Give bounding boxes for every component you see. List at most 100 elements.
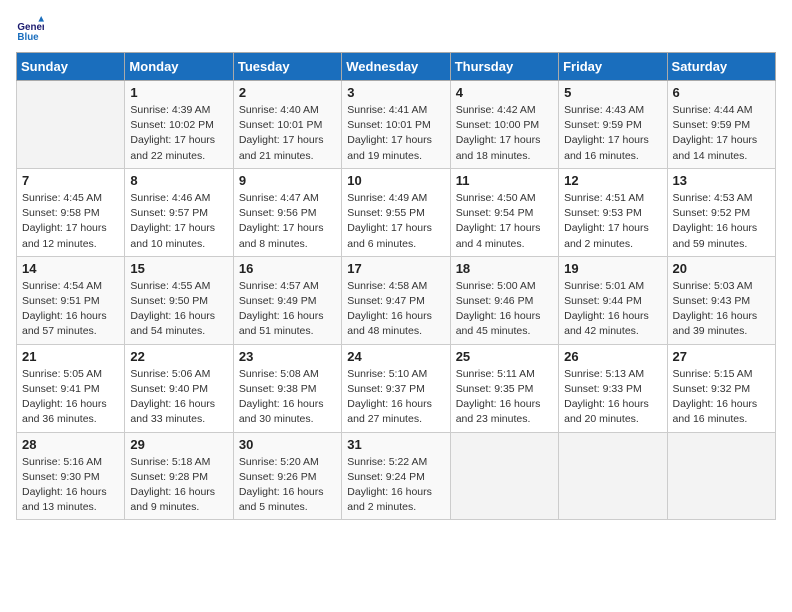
cell-info: Sunrise: 4:43 AM Sunset: 9:59 PM Dayligh… bbox=[564, 103, 661, 164]
cell-info: Sunrise: 4:49 AM Sunset: 9:55 PM Dayligh… bbox=[347, 191, 444, 252]
day-number: 10 bbox=[347, 173, 444, 188]
calendar-cell: 2Sunrise: 4:40 AM Sunset: 10:01 PM Dayli… bbox=[233, 81, 341, 169]
header: General Blue bbox=[16, 16, 776, 44]
day-header-tuesday: Tuesday bbox=[233, 53, 341, 81]
cell-info: Sunrise: 4:46 AM Sunset: 9:57 PM Dayligh… bbox=[130, 191, 227, 252]
calendar-week-row: 21 Sunrise: 5:05 AM Sunset: 9:41 PM Dayli… bbox=[17, 344, 776, 432]
calendar-cell: 27 Sunrise: 5:15 AM Sunset: 9:32 PM Dayli… bbox=[667, 344, 775, 432]
calendar-cell bbox=[559, 432, 667, 520]
cell-info: Sunrise: 5:00 AM Sunset: 9:46 PM Dayligh… bbox=[456, 279, 553, 340]
day-number: 3 bbox=[347, 85, 444, 100]
day-header-sunday: Sunday bbox=[17, 53, 125, 81]
cell-info: Sunrise: 4:53 AM Sunset: 9:52 PM Dayligh… bbox=[673, 191, 770, 252]
day-number: 2 bbox=[239, 85, 336, 100]
calendar-cell: 13 Sunrise: 4:53 AM Sunset: 9:52 PM Dayli… bbox=[667, 168, 775, 256]
day-number: 5 bbox=[564, 85, 661, 100]
day-number: 13 bbox=[673, 173, 770, 188]
svg-text:Blue: Blue bbox=[17, 32, 39, 43]
calendar-cell: 30 Sunrise: 5:20 AM Sunset: 9:26 PM Dayli… bbox=[233, 432, 341, 520]
day-number: 14 bbox=[22, 261, 119, 276]
calendar-cell: 23 Sunrise: 5:08 AM Sunset: 9:38 PM Dayli… bbox=[233, 344, 341, 432]
calendar-cell: 6 Sunrise: 4:44 AM Sunset: 9:59 PM Daylig… bbox=[667, 81, 775, 169]
day-number: 9 bbox=[239, 173, 336, 188]
day-number: 6 bbox=[673, 85, 770, 100]
day-number: 12 bbox=[564, 173, 661, 188]
cell-info: Sunrise: 5:08 AM Sunset: 9:38 PM Dayligh… bbox=[239, 367, 336, 428]
calendar-cell: 12 Sunrise: 4:51 AM Sunset: 9:53 PM Dayli… bbox=[559, 168, 667, 256]
day-number: 25 bbox=[456, 349, 553, 364]
logo: General Blue bbox=[16, 16, 48, 44]
calendar-cell: 16 Sunrise: 4:57 AM Sunset: 9:49 PM Dayli… bbox=[233, 256, 341, 344]
day-header-saturday: Saturday bbox=[667, 53, 775, 81]
day-number: 21 bbox=[22, 349, 119, 364]
calendar-week-row: 14 Sunrise: 4:54 AM Sunset: 9:51 PM Dayli… bbox=[17, 256, 776, 344]
cell-info: Sunrise: 4:47 AM Sunset: 9:56 PM Dayligh… bbox=[239, 191, 336, 252]
day-number: 16 bbox=[239, 261, 336, 276]
cell-info: Sunrise: 5:20 AM Sunset: 9:26 PM Dayligh… bbox=[239, 455, 336, 516]
calendar-table: SundayMondayTuesdayWednesdayThursdayFrid… bbox=[16, 52, 776, 520]
logo-icon: General Blue bbox=[16, 16, 44, 44]
calendar-cell: 22 Sunrise: 5:06 AM Sunset: 9:40 PM Dayli… bbox=[125, 344, 233, 432]
calendar-cell: 24 Sunrise: 5:10 AM Sunset: 9:37 PM Dayli… bbox=[342, 344, 450, 432]
calendar-cell: 10 Sunrise: 4:49 AM Sunset: 9:55 PM Dayli… bbox=[342, 168, 450, 256]
calendar-cell: 29Sunrise: 5:18 AM Sunset: 9:28 PM Dayli… bbox=[125, 432, 233, 520]
cell-info: Sunrise: 5:03 AM Sunset: 9:43 PM Dayligh… bbox=[673, 279, 770, 340]
day-number: 23 bbox=[239, 349, 336, 364]
day-number: 18 bbox=[456, 261, 553, 276]
day-number: 11 bbox=[456, 173, 553, 188]
day-header-monday: Monday bbox=[125, 53, 233, 81]
day-number: 29 bbox=[130, 437, 227, 452]
cell-info: Sunrise: 5:10 AM Sunset: 9:37 PM Dayligh… bbox=[347, 367, 444, 428]
cell-info: Sunrise: 5:01 AM Sunset: 9:44 PM Dayligh… bbox=[564, 279, 661, 340]
day-number: 30 bbox=[239, 437, 336, 452]
calendar-cell: 9 Sunrise: 4:47 AM Sunset: 9:56 PM Daylig… bbox=[233, 168, 341, 256]
day-number: 26 bbox=[564, 349, 661, 364]
day-number: 4 bbox=[456, 85, 553, 100]
day-number: 15 bbox=[130, 261, 227, 276]
calendar-cell: 25Sunrise: 5:11 AM Sunset: 9:35 PM Dayli… bbox=[450, 344, 558, 432]
calendar-cell: 17 Sunrise: 4:58 AM Sunset: 9:47 PM Dayli… bbox=[342, 256, 450, 344]
cell-info: Sunrise: 4:42 AM Sunset: 10:00 PM Daylig… bbox=[456, 103, 553, 164]
days-header-row: SundayMondayTuesdayWednesdayThursdayFrid… bbox=[17, 53, 776, 81]
cell-info: Sunrise: 4:41 AM Sunset: 10:01 PM Daylig… bbox=[347, 103, 444, 164]
cell-info: Sunrise: 5:22 AM Sunset: 9:24 PM Dayligh… bbox=[347, 455, 444, 516]
day-number: 24 bbox=[347, 349, 444, 364]
cell-info: Sunrise: 5:05 AM Sunset: 9:41 PM Dayligh… bbox=[22, 367, 119, 428]
cell-info: Sunrise: 4:58 AM Sunset: 9:47 PM Dayligh… bbox=[347, 279, 444, 340]
calendar-cell: 1 Sunrise: 4:39 AM Sunset: 10:02 PM Dayli… bbox=[125, 81, 233, 169]
calendar-cell: 11 Sunrise: 4:50 AM Sunset: 9:54 PM Dayli… bbox=[450, 168, 558, 256]
cell-info: Sunrise: 5:15 AM Sunset: 9:32 PM Dayligh… bbox=[673, 367, 770, 428]
calendar-cell: 15Sunrise: 4:55 AM Sunset: 9:50 PM Dayli… bbox=[125, 256, 233, 344]
cell-info: Sunrise: 5:16 AM Sunset: 9:30 PM Dayligh… bbox=[22, 455, 119, 516]
calendar-cell: 26Sunrise: 5:13 AM Sunset: 9:33 PM Dayli… bbox=[559, 344, 667, 432]
cell-info: Sunrise: 4:51 AM Sunset: 9:53 PM Dayligh… bbox=[564, 191, 661, 252]
day-number: 17 bbox=[347, 261, 444, 276]
calendar-cell: 14 Sunrise: 4:54 AM Sunset: 9:51 PM Dayli… bbox=[17, 256, 125, 344]
cell-info: Sunrise: 5:06 AM Sunset: 9:40 PM Dayligh… bbox=[130, 367, 227, 428]
day-header-wednesday: Wednesday bbox=[342, 53, 450, 81]
calendar-cell: 4 Sunrise: 4:42 AM Sunset: 10:00 PM Dayli… bbox=[450, 81, 558, 169]
cell-info: Sunrise: 4:44 AM Sunset: 9:59 PM Dayligh… bbox=[673, 103, 770, 164]
day-number: 8 bbox=[130, 173, 227, 188]
calendar-cell: 31Sunrise: 5:22 AM Sunset: 9:24 PM Dayli… bbox=[342, 432, 450, 520]
calendar-cell: 8 Sunrise: 4:46 AM Sunset: 9:57 PM Daylig… bbox=[125, 168, 233, 256]
cell-info: Sunrise: 4:57 AM Sunset: 9:49 PM Dayligh… bbox=[239, 279, 336, 340]
calendar-week-row: 1 Sunrise: 4:39 AM Sunset: 10:02 PM Dayli… bbox=[17, 81, 776, 169]
calendar-cell: 7Sunrise: 4:45 AM Sunset: 9:58 PM Daylig… bbox=[17, 168, 125, 256]
day-header-thursday: Thursday bbox=[450, 53, 558, 81]
cell-info: Sunrise: 4:45 AM Sunset: 9:58 PM Dayligh… bbox=[22, 191, 119, 252]
calendar-cell bbox=[17, 81, 125, 169]
calendar-week-row: 28Sunrise: 5:16 AM Sunset: 9:30 PM Dayli… bbox=[17, 432, 776, 520]
day-number: 22 bbox=[130, 349, 227, 364]
day-number: 27 bbox=[673, 349, 770, 364]
cell-info: Sunrise: 4:39 AM Sunset: 10:02 PM Daylig… bbox=[130, 103, 227, 164]
cell-info: Sunrise: 4:54 AM Sunset: 9:51 PM Dayligh… bbox=[22, 279, 119, 340]
day-number: 1 bbox=[130, 85, 227, 100]
calendar-cell bbox=[450, 432, 558, 520]
calendar-cell: 5 Sunrise: 4:43 AM Sunset: 9:59 PM Daylig… bbox=[559, 81, 667, 169]
day-header-friday: Friday bbox=[559, 53, 667, 81]
day-number: 19 bbox=[564, 261, 661, 276]
calendar-cell: 20Sunrise: 5:03 AM Sunset: 9:43 PM Dayli… bbox=[667, 256, 775, 344]
cell-info: Sunrise: 4:50 AM Sunset: 9:54 PM Dayligh… bbox=[456, 191, 553, 252]
calendar-cell: 21 Sunrise: 5:05 AM Sunset: 9:41 PM Dayli… bbox=[17, 344, 125, 432]
